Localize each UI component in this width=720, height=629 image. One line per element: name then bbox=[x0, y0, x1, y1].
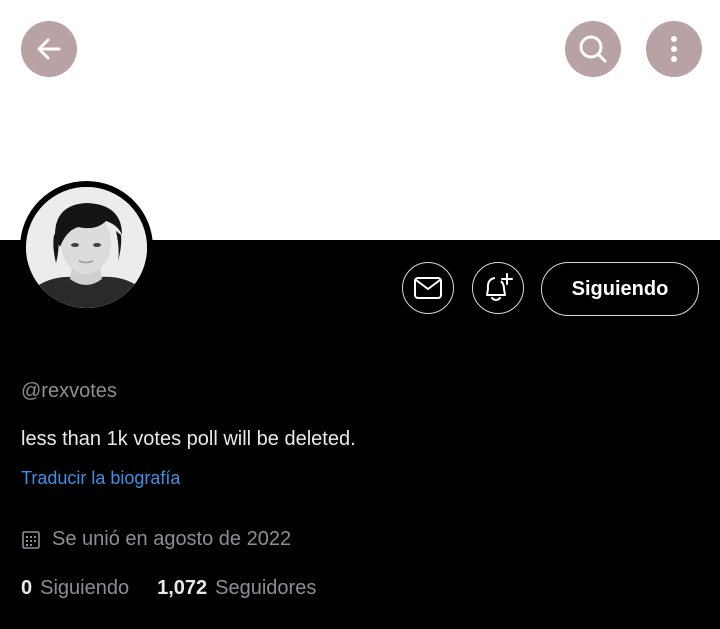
back-button[interactable] bbox=[21, 21, 77, 77]
profile-bio: less than 1k votes poll will be deleted. bbox=[21, 428, 356, 450]
following-label: Siguiendo bbox=[40, 577, 130, 599]
search-icon bbox=[579, 35, 607, 63]
join-date: Se unió en agosto de 2022 bbox=[21, 528, 291, 551]
more-vertical-icon bbox=[671, 36, 677, 62]
calendar-icon bbox=[21, 530, 41, 550]
following-stat[interactable]: 0 Siguiendo bbox=[21, 577, 129, 600]
more-options-button[interactable] bbox=[646, 21, 702, 77]
profile-page: Siguiendo @rexvotes less than 1k votes p… bbox=[0, 0, 720, 629]
followers-stat[interactable]: 1,072 Seguidores bbox=[157, 577, 316, 600]
bell-plus-icon bbox=[486, 273, 513, 301]
followers-count: 1,072 bbox=[157, 577, 208, 599]
following-count: 0 bbox=[21, 577, 33, 599]
following-button[interactable]: Siguiendo bbox=[541, 262, 699, 316]
profile-stats: 0 Siguiendo 1,072 Seguidores bbox=[21, 577, 316, 600]
avatar-image bbox=[26, 187, 147, 308]
avatar-frame bbox=[20, 181, 153, 314]
translate-bio-link[interactable]: Traducir la biografía bbox=[21, 468, 180, 489]
avatar[interactable] bbox=[26, 187, 147, 308]
join-date-label: Se unió en agosto de 2022 bbox=[52, 528, 292, 550]
profile-handle: @rexvotes bbox=[21, 380, 117, 402]
message-button[interactable] bbox=[402, 262, 454, 314]
search-button[interactable] bbox=[565, 21, 621, 77]
arrow-left-icon bbox=[37, 38, 61, 60]
notifications-button[interactable] bbox=[472, 262, 524, 314]
followers-label: Seguidores bbox=[215, 577, 317, 599]
mail-icon bbox=[414, 277, 442, 299]
